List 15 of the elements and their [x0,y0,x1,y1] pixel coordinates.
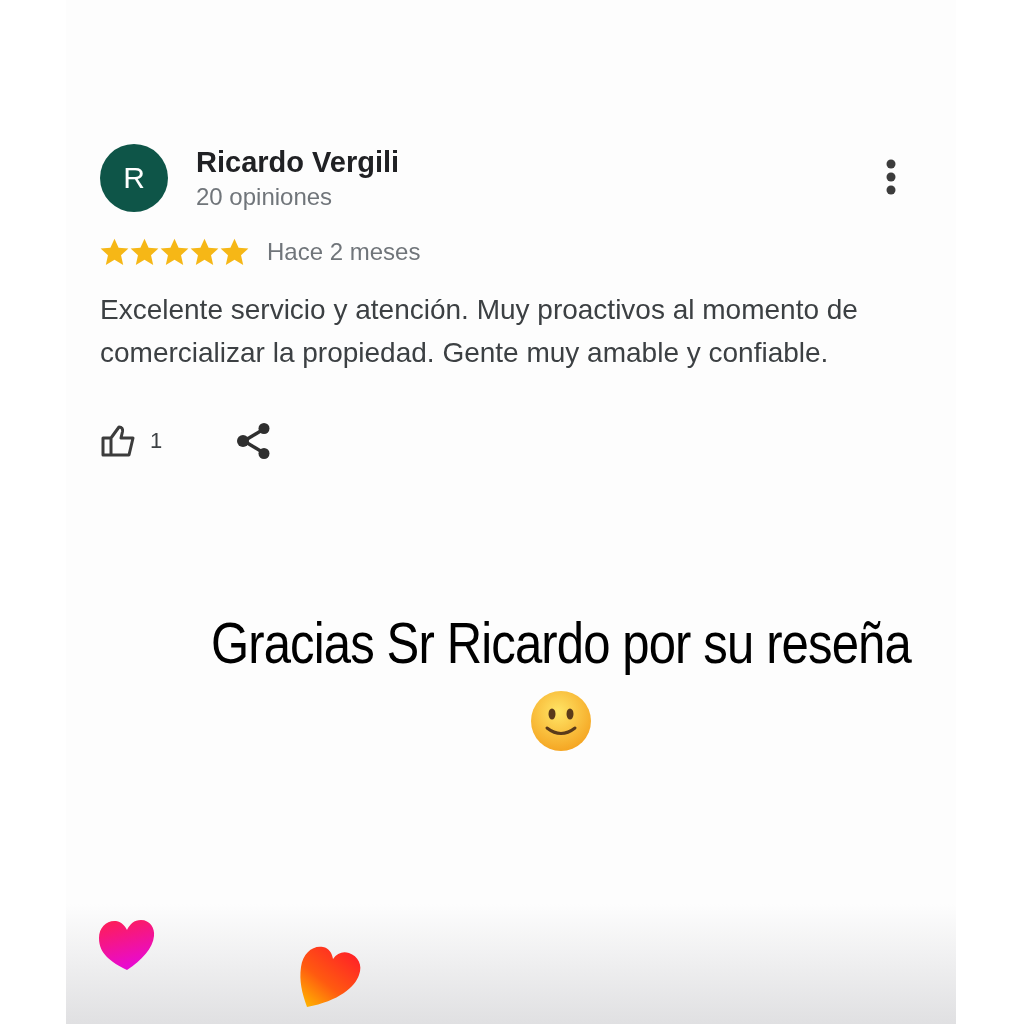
review-date: Hace 2 meses [267,238,421,266]
star-icon [130,238,159,266]
reviewer-name: Ricardo Vergili [196,145,401,179]
star-icon [190,238,219,266]
star-icon [220,238,249,266]
more-options-icon[interactable] [886,159,896,195]
review-text: Excelente servicio y atención. Muy proactivos al momento de comercializar la propiedad. Gente muy amable y confiable. [100,293,859,370]
smiley-icon [530,690,592,752]
heart-icon [97,918,157,972]
caption-text: Gracias Sr Ricardo por su reseña [211,610,911,676]
avatar: R [100,144,168,212]
review-count: 20 opiniones [196,182,334,211]
like-count: 1 [150,428,163,454]
star-icon [160,238,189,266]
star-icon [100,238,129,266]
